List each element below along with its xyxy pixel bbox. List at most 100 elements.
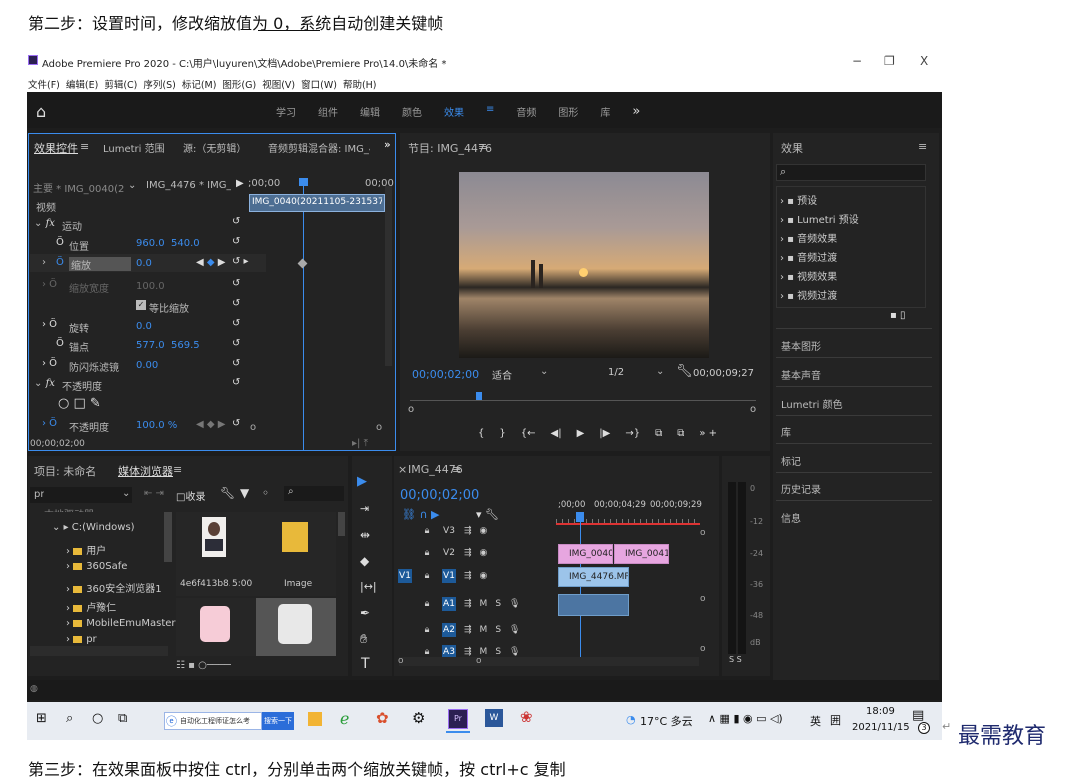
scrubber-right-handle[interactable]: o <box>750 404 756 415</box>
reset-motion-icon[interactable]: ↺ <box>232 216 240 227</box>
minimize-button[interactable]: − <box>852 54 862 68</box>
lock-icon[interactable]: 🔒︎ <box>420 623 434 637</box>
restore-button[interactable]: ❐ <box>884 54 895 68</box>
fit-dropdown[interactable]: 适合 <box>492 367 512 382</box>
hscroll-left-handle[interactable]: o <box>398 656 404 666</box>
tab-source[interactable]: 源:（无剪辑） <box>183 140 246 155</box>
ws-effects[interactable]: 效果 <box>444 104 464 119</box>
folder-pr[interactable]: › pr <box>66 634 97 645</box>
new-bin-icon[interactable]: ▪ ▯ <box>890 310 905 321</box>
app-icon[interactable]: ✿ <box>376 709 389 727</box>
stopwatch-icon[interactable]: Ö <box>56 237 64 248</box>
list-view-icon[interactable]: ☷ ▪ ○──── <box>176 660 231 671</box>
track-label[interactable]: V3 <box>442 524 456 538</box>
tab-media-browser[interactable]: 媒体浏览器 <box>118 463 173 479</box>
mute-button[interactable]: M <box>480 625 488 635</box>
ws-color[interactable]: 颜色 <box>402 104 422 119</box>
lock-icon[interactable]: 🔒︎ <box>420 597 434 611</box>
folder-users[interactable]: › 用户 <box>66 542 106 557</box>
eye-icon[interactable]: ◉ <box>480 548 488 558</box>
reset-anchor-icon[interactable]: ↺ <box>232 338 240 349</box>
ec-playhead[interactable] <box>299 178 308 186</box>
tray-icons[interactable]: ∧ ▦ ▮ ◉ ▭ ◁) <box>708 712 783 725</box>
mark-out-icon[interactable]: } <box>499 428 505 439</box>
tab-effect-controls[interactable]: 效果控件 <box>34 140 78 156</box>
cortana-icon[interactable]: ○ <box>92 711 103 726</box>
timeline-hscroll[interactable] <box>399 657 699 666</box>
reset-position-icon[interactable]: ↺ <box>232 236 240 247</box>
program-scrubber[interactable] <box>410 400 756 401</box>
solo-button[interactable]: S <box>495 599 501 609</box>
folder-360safe[interactable]: › 360Safe <box>66 561 127 572</box>
effects-item-video-effects[interactable]: › ▪ 视频效果 <box>780 268 837 283</box>
hscroll-right-handle[interactable]: o <box>476 656 482 666</box>
menu-sequence[interactable]: 序列(S) <box>143 77 175 91</box>
anchor-y-value[interactable]: 569.5 <box>171 340 200 351</box>
task-view-icon[interactable]: ⧉ <box>118 711 127 726</box>
section-markers[interactable]: 标记 <box>781 453 801 468</box>
sync-icon[interactable]: ⇶ <box>464 548 472 558</box>
go-to-out-icon[interactable]: →} <box>625 428 640 439</box>
section-info[interactable]: 信息 <box>781 510 801 525</box>
settings-wrench-icon[interactable]: 🔧︎ <box>220 486 235 500</box>
timeline-scroll-handle[interactable]: o <box>700 528 706 538</box>
section-lumetri-color[interactable]: Lumetri 颜色 <box>781 396 843 411</box>
sync-icon[interactable]: ⇶ <box>464 647 472 657</box>
sync-icon[interactable]: ⇶ <box>464 599 472 609</box>
menu-clip[interactable]: 剪辑(C) <box>104 77 137 91</box>
menu-window[interactable]: 窗口(W) <box>301 77 337 91</box>
section-essential-sound[interactable]: 基本声音 <box>781 367 821 382</box>
ime-grid-icon[interactable]: 囲 <box>830 712 841 728</box>
timeline-marker-icons[interactable]: ▾ 🔧︎ <box>476 508 499 521</box>
lock-icon[interactable]: 🔒︎ <box>420 546 434 560</box>
effects-item-presets[interactable]: › ▪ 预设 <box>780 192 817 207</box>
keyframe-nav-icon[interactable]: ◀ ◆ ▶ <box>196 257 225 268</box>
timeline-menu-icon[interactable]: ≡ <box>452 463 461 476</box>
folder-tree-vscroll[interactable] <box>164 512 172 562</box>
program-timecode[interactable]: 00;00;02;00 <box>412 368 479 381</box>
mic-icon[interactable]: 🎙︎ <box>509 647 520 657</box>
reset-flicker-icon[interactable]: ↺ <box>232 358 240 369</box>
opacity-value[interactable]: 100.0 % <box>136 420 177 431</box>
play-icon[interactable]: ▶ <box>577 428 585 439</box>
premiere-taskbar-icon[interactable]: Pr <box>448 709 468 729</box>
meter-solo-buttons[interactable]: S S <box>729 655 742 664</box>
filter-icon[interactable]: ▼ <box>240 486 249 500</box>
ws-audio[interactable]: 音频 <box>516 104 536 119</box>
sequence-clip-label[interactable]: IMG_4476 * IMG_00... <box>146 180 231 191</box>
effects-item-audio-effects[interactable]: › ▪ 音频效果 <box>780 230 837 245</box>
effects-menu-icon[interactable]: ≡ <box>918 140 927 153</box>
clip-img-0041[interactable]: IMG_0041 <box>614 544 669 564</box>
timeline-timecode[interactable]: 00;00;02;00 <box>400 488 479 503</box>
source-patch[interactable]: V1 <box>398 569 412 583</box>
position-x-value[interactable]: 960.0 <box>136 238 165 249</box>
program-menu-icon[interactable]: ≡ <box>478 140 487 153</box>
close-button[interactable]: X <box>920 54 928 68</box>
ws-more[interactable]: » <box>632 104 640 119</box>
sync-icon[interactable]: ⇶ <box>464 625 472 635</box>
mute-button[interactable]: M <box>480 599 488 609</box>
rotation-value[interactable]: 0.0 <box>136 321 152 332</box>
clock-date[interactable]: 2021/11/15 <box>852 722 910 733</box>
clip-img-4476-audio[interactable] <box>558 594 629 616</box>
step-back-icon[interactable]: ◀| <box>551 428 562 439</box>
reset-scale-width-icon[interactable]: ↺ <box>232 278 240 289</box>
tab-lumetri-scopes[interactable]: Lumetri 范围 <box>103 140 165 155</box>
file-explorer-icon[interactable] <box>308 712 322 726</box>
tab-project[interactable]: 项目: 未命名 <box>34 463 96 479</box>
section-libraries[interactable]: 库 <box>781 424 791 439</box>
scale-stopwatch-icon[interactable]: Ö <box>56 257 64 268</box>
go-to-in-icon[interactable]: {← <box>521 428 536 439</box>
ec-footer-icons[interactable]: ▸| ⤒ <box>352 438 368 449</box>
settings-icon[interactable]: ⚙︎ <box>412 709 425 727</box>
drive-c[interactable]: ⌄ ▸ C:(Windows) <box>52 522 135 533</box>
master-clip-label[interactable]: 主要 * IMG_0040(2021... <box>33 180 125 195</box>
clip-img-0040[interactable]: IMG_0040 <box>558 544 613 564</box>
mic-icon[interactable]: 🎙︎ <box>509 599 520 609</box>
step-forward-icon[interactable]: |▶ <box>599 428 610 439</box>
section-history[interactable]: 历史记录 <box>781 481 821 496</box>
flicker-expand-icon[interactable]: › Ö <box>42 358 57 369</box>
wrench-icon[interactable]: 🔧︎ <box>676 364 693 379</box>
anchor-x-value[interactable]: 577.0 <box>136 340 165 351</box>
timeline-tools-icons[interactable]: ⛓ ∩ ▶ <box>402 508 439 521</box>
